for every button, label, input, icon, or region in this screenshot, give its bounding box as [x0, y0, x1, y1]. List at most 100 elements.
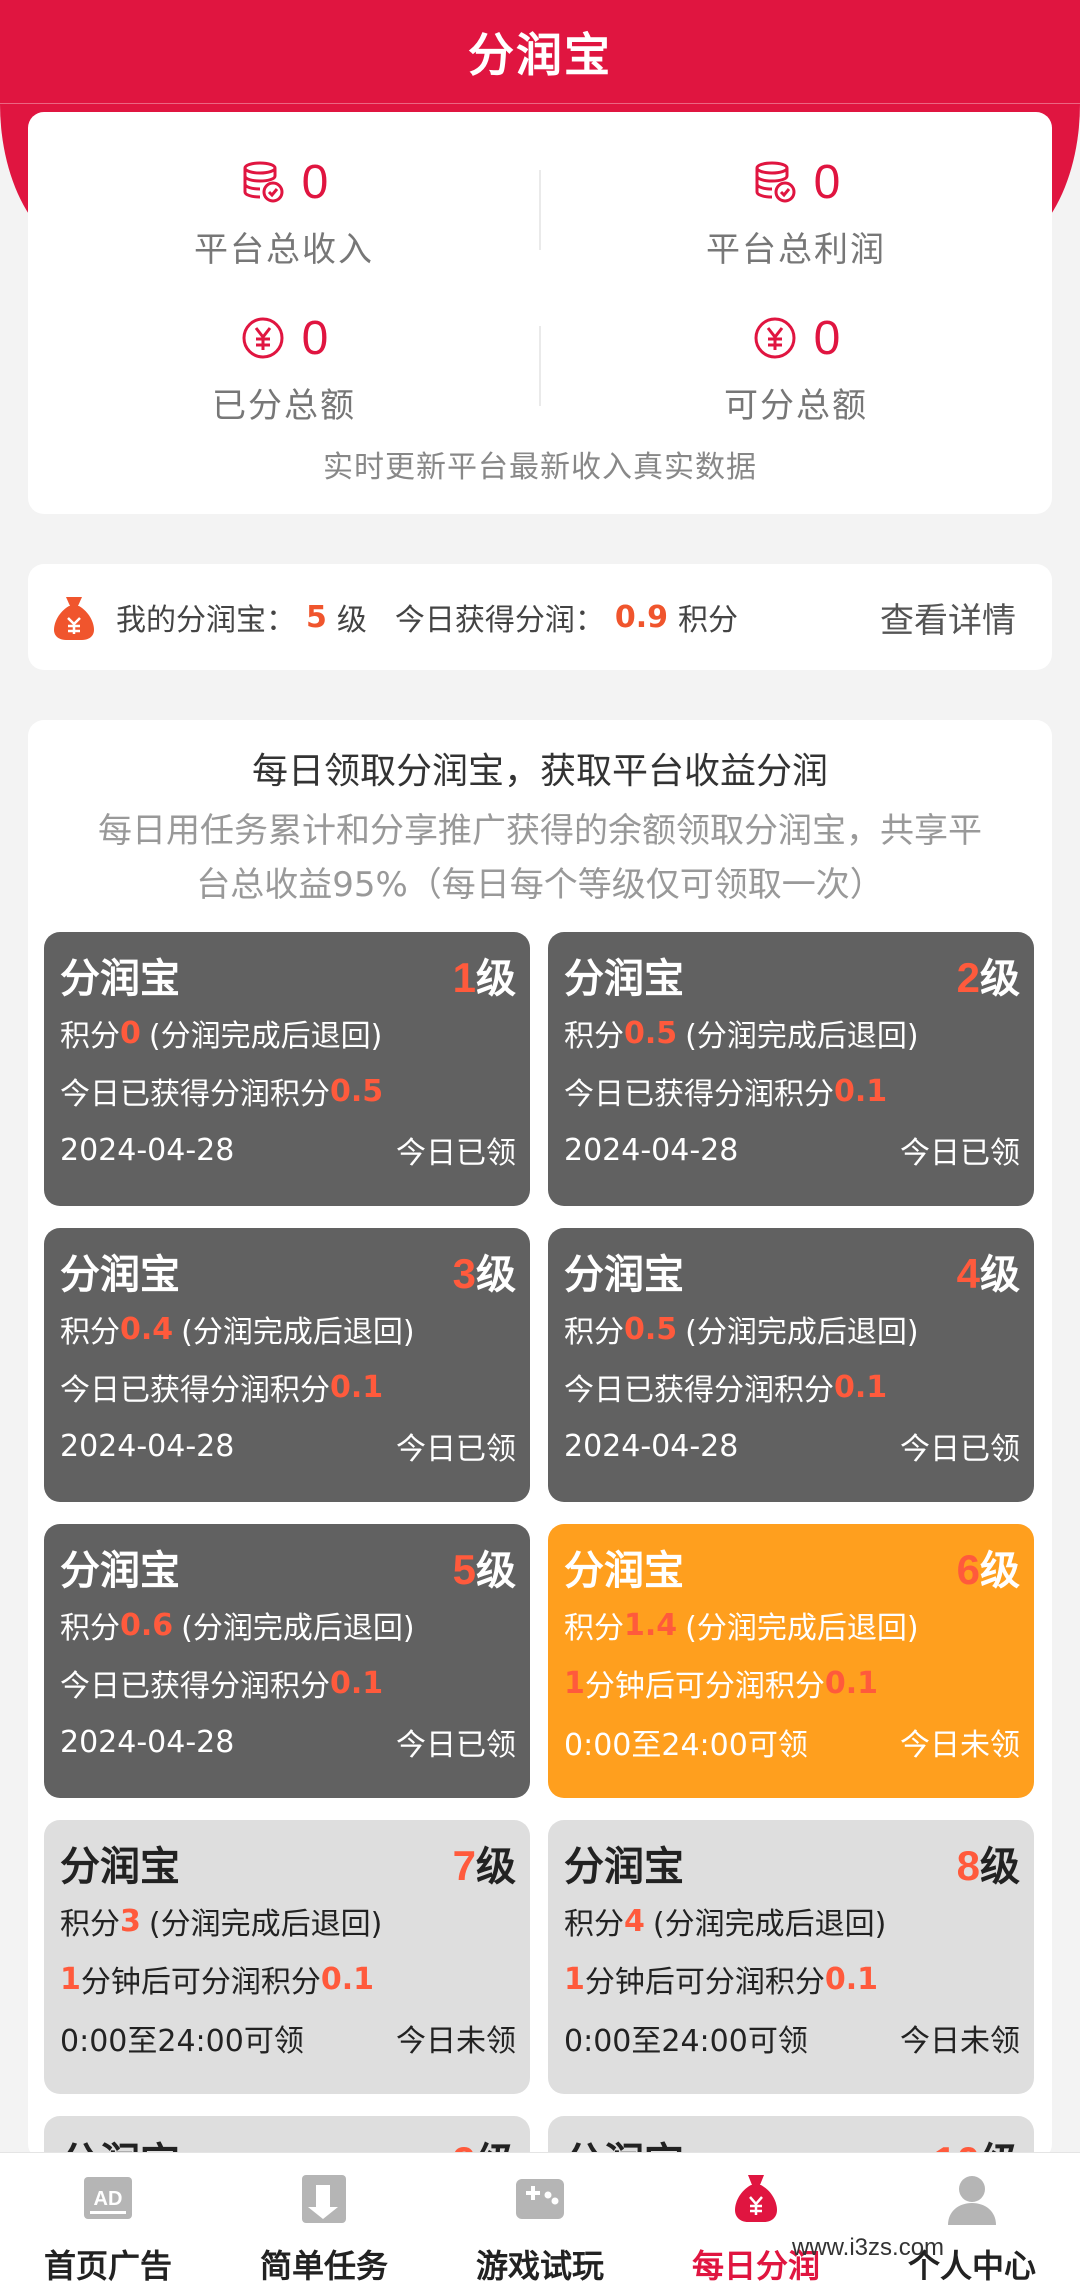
app-header: 分润宝	[0, 0, 1080, 104]
tile-status-text: 今日已获得分润积分	[60, 1669, 330, 1704]
tile-level-unit: 级	[980, 1252, 1020, 1298]
tab-label: 首页广告	[43, 2247, 172, 2285]
tile-points-prefix: 积分	[60, 1907, 120, 1942]
tile-level-number: 7	[452, 1842, 476, 1889]
tile-status-value: 0.5	[330, 1073, 384, 1109]
tile-points-suffix: (分润完成后退回)	[181, 1611, 415, 1646]
tile-status-value: 0.1	[330, 1369, 384, 1405]
tile-level-unit: 级	[980, 956, 1020, 1002]
tile-points-suffix: (分润完成后退回)	[685, 1019, 919, 1054]
tile-claim-window: 0:00至24:00可领	[564, 1728, 808, 1763]
tile-status-value: 0.1	[824, 1961, 879, 1997]
tile-claim-state: 今日已领	[900, 1136, 1020, 1171]
tile-minutes: 1	[564, 1961, 585, 1997]
tile-status-value: 0.1	[824, 1665, 879, 1701]
gamepad-icon	[516, 2179, 564, 2219]
level-tile-4[interactable]: 分润宝 4 级 积分 0.5 (分润完成后退回) 今日已获得分润积分 0.1 2024-0…	[548, 1228, 1034, 1502]
tile-minutes: 1	[564, 1665, 585, 1701]
tile-claim-state: 今日未领	[900, 1728, 1020, 1763]
tile-level-number: 4	[956, 1250, 980, 1297]
tile-name: 分润宝	[564, 1252, 684, 1298]
tile-level-unit: 级	[476, 956, 516, 1002]
tile-claim-state: 今日已领	[396, 1136, 516, 1171]
page-title: 分润宝	[468, 28, 612, 82]
coin-stack-icon	[243, 161, 284, 203]
tile-points-prefix: 积分	[60, 1611, 120, 1646]
view-details-link[interactable]: 查看详情	[880, 593, 1016, 642]
level-tile-3[interactable]: 分润宝 3 级 积分 0.4 (分润完成后退回) 今日已获得分润积分 0.1 2024-0…	[44, 1228, 530, 1502]
my-level-label: 我的分润宝：	[116, 603, 296, 638]
stat-label: 可分总额	[724, 386, 868, 426]
stat-total-profit: 0 平台总利润	[540, 152, 1052, 271]
level-tile-1[interactable]: 分润宝 1 级 积分 0 (分润完成后退回) 今日已获得分润积分 0.5 2024-04-…	[44, 932, 530, 1206]
tile-points-prefix: 积分	[564, 1907, 624, 1942]
my-level-unit: 级	[336, 603, 367, 638]
tile-points-prefix: 积分	[564, 1611, 624, 1646]
tab-game-trial[interactable]: 游戏试玩	[432, 2153, 648, 2291]
level-tile-7[interactable]: 分润宝 7 级 积分 3 (分润完成后退回) 1 分钟后可分润积分 0.1 0:00至24:…	[44, 1820, 530, 2094]
tile-date: 2024-04-28	[564, 1428, 739, 1464]
tab-daily-profit[interactable]: 每日分润	[648, 2153, 864, 2291]
level-tile-6[interactable]: 分润宝 6 级 积分 1.4 (分润完成后退回) 1 分钟后可分润积分 0.1 0:00至2…	[548, 1524, 1034, 1798]
stat-distributed-total: 0 已分总额	[28, 308, 540, 427]
levels-card: 每日领取分润宝，获取平台收益分润 每日用任务累计和分享推广获得的余额领取分润宝，…	[28, 720, 1052, 2160]
tile-points-suffix: (分润完成后退回)	[685, 1611, 919, 1646]
tile-points-value: 0.5	[624, 1015, 678, 1051]
stats-note: 实时更新平台最新收入真实数据	[323, 450, 757, 485]
tile-level-number: 8	[956, 1842, 980, 1889]
tile-name: 分润宝	[60, 1252, 180, 1298]
levels-description-line: 台总收益95%（每日每个等级仅可领取一次）	[196, 865, 884, 905]
tab-simple-tasks[interactable]: 简单任务	[216, 2153, 432, 2291]
tab-home-ads[interactable]: AD 首页广告	[0, 2153, 216, 2291]
tile-level-unit: 级	[980, 1548, 1020, 1594]
tile-name: 分润宝	[60, 956, 180, 1002]
tab-personal-center[interactable]: 个人中心	[864, 2153, 1080, 2291]
tab-label: 游戏试玩	[475, 2247, 604, 2285]
stat-value: 0	[813, 311, 841, 365]
my-level-card[interactable]: 我的分润宝： 5 级 今日获得分润： 0.9 积分 查看详情	[28, 564, 1052, 670]
tile-status-value: 0.1	[320, 1961, 375, 1997]
tile-date: 2024-04-28	[60, 1132, 235, 1168]
tile-points-value: 0.4	[120, 1311, 174, 1347]
stat-label: 平台总收入	[194, 230, 374, 270]
tile-claim-state: 今日已领	[396, 1432, 516, 1467]
stat-label: 已分总额	[212, 386, 356, 426]
tile-points-value: 3	[120, 1903, 141, 1939]
tile-name: 分润宝	[60, 1844, 180, 1890]
level-tile-5[interactable]: 分润宝 5 级 积分 0.6 (分润完成后退回) 今日已获得分润积分 0.1 2024-0…	[44, 1524, 530, 1798]
tile-points-value: 4	[624, 1903, 645, 1939]
tile-points-prefix: 积分	[60, 1019, 120, 1054]
level-tile-2[interactable]: 分润宝 2 级 积分 0.5 (分润完成后退回) 今日已获得分润积分 0.1 2024-0…	[548, 932, 1034, 1206]
tile-name: 分润宝	[564, 956, 684, 1002]
watermark-text: www.i3zs.com	[792, 2234, 945, 2261]
stat-value: 0	[813, 155, 841, 209]
tile-level-unit: 级	[980, 1844, 1020, 1890]
tile-points-suffix: (分润完成后退回)	[181, 1315, 415, 1350]
tile-claim-state: 今日已领	[396, 1728, 516, 1763]
tile-minutes: 1	[60, 1961, 81, 1997]
tile-status-text: 分钟后可分润积分	[584, 1965, 825, 2000]
stat-total-income: 0 平台总收入	[28, 152, 540, 271]
tile-status-value: 0.1	[834, 1073, 888, 1109]
today-profit-unit: 积分	[678, 603, 739, 638]
today-profit-value: 0.9	[614, 599, 669, 635]
tile-level-unit: 级	[476, 1548, 516, 1594]
tile-name: 分润宝	[60, 1548, 180, 1594]
tile-claim-state: 今日未领	[900, 2024, 1020, 2059]
tile-name: 分润宝	[564, 1844, 684, 1890]
my-level-value: 5	[306, 599, 327, 635]
ad-icon: AD	[84, 2177, 132, 2219]
tile-date: 2024-04-28	[564, 1132, 739, 1168]
tile-status-value: 0.1	[834, 1369, 888, 1405]
platform-stats-card: 0 平台总收入 0 平台总利润 0 已分总额 0 可分总额 实时更新平台最新收入…	[28, 112, 1052, 514]
tile-claim-window: 0:00至24:00可领	[60, 2024, 304, 2059]
tile-points-value: 1.4	[624, 1607, 678, 1643]
tile-date: 2024-04-28	[60, 1724, 235, 1760]
tile-name: 分润宝	[564, 1548, 684, 1594]
my-level-summary: 我的分润宝： 5 级 今日获得分润： 0.9 积分	[116, 595, 738, 639]
level-tile-8[interactable]: 分润宝 8 级 积分 4 (分润完成后退回) 1 分钟后可分润积分 0.1 0:00至24:…	[548, 1820, 1034, 2094]
tile-status-text: 今日已获得分润积分	[564, 1373, 834, 1408]
levels-description: 每日用任务累计和分享推广获得的余额领取分润宝，共享平 台总收益95%（每日每个等…	[28, 804, 1052, 912]
bottom-tab-bar: AD 首页广告 简单任务 游戏试玩 每日分润 个人中心	[0, 2152, 1080, 2291]
money-bag-icon	[54, 597, 94, 640]
